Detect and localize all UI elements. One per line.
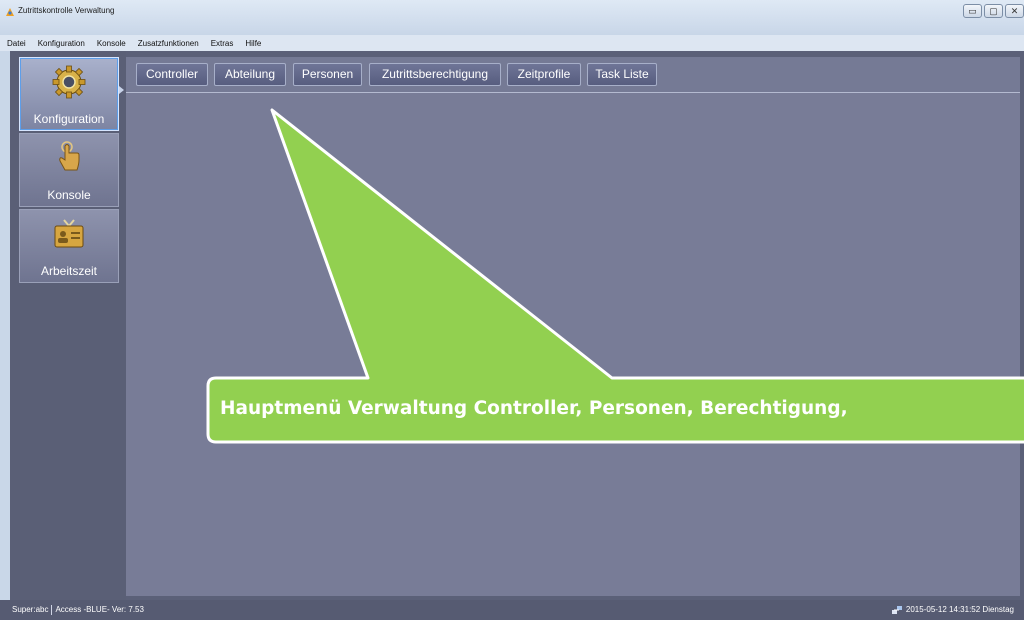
status-datetime-area: 2015-05-12 14:31:52 Dienstag (891, 605, 1014, 615)
status-info: Super:abc Access -BLUE- Ver: 7.53 (12, 605, 144, 615)
status-user: Super:abc (12, 605, 49, 615)
status-datetime: 2015-05-12 14:31:52 Dienstag (905, 605, 1014, 615)
callout-text: Hauptmenü Verwaltung Controller, Persone… (220, 398, 848, 419)
status-version: Access -BLUE- Ver: 7.53 (55, 605, 144, 615)
annotation-callout (206, 108, 1024, 444)
network-icon (891, 606, 902, 614)
status-bar: Super:abc Access -BLUE- Ver: 7.53 2015-05… (0, 600, 1024, 620)
status-separator (51, 605, 53, 615)
application-window: Zutrittskontrolle Verwaltung ▭ ▢ ✕ Datei… (0, 0, 1024, 620)
